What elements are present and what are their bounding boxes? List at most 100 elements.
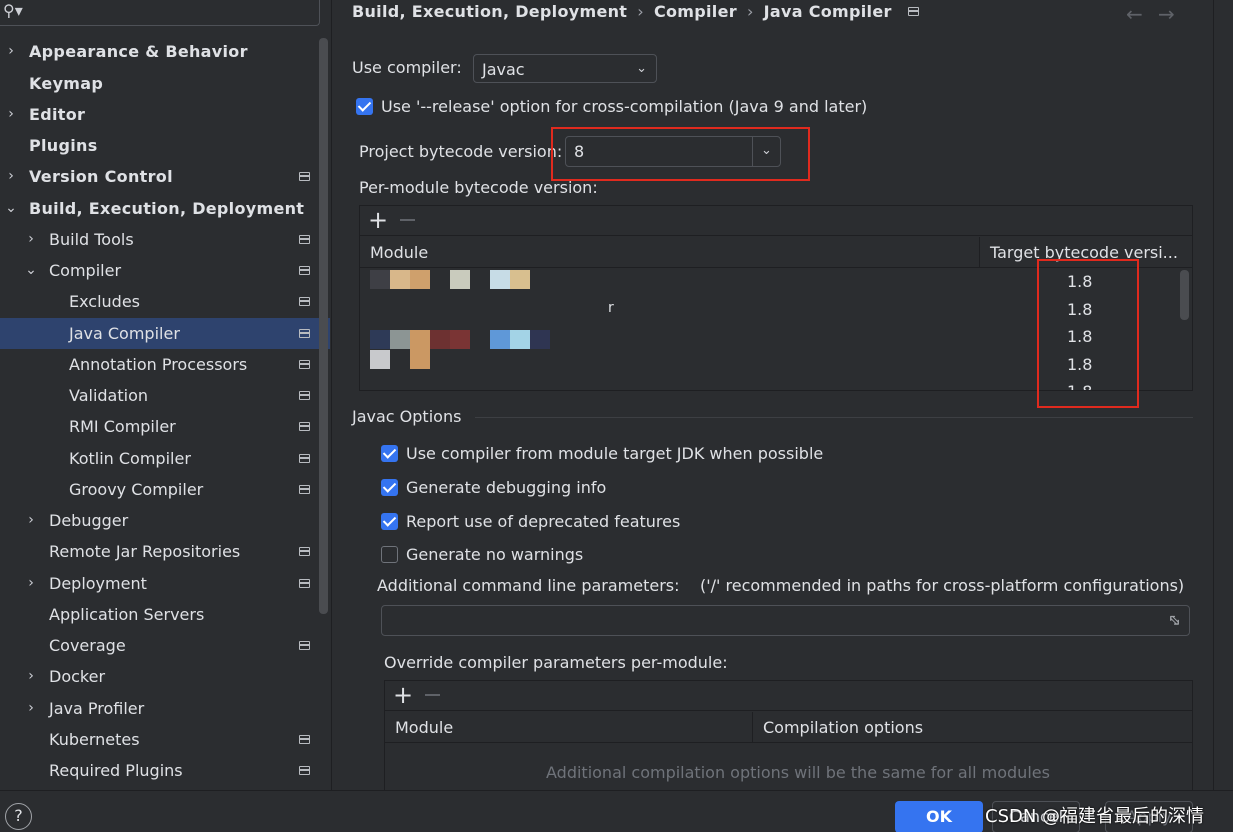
sidebar-item-required-plugins[interactable]: Required Plugins: [0, 755, 330, 786]
project-scope-icon: [907, 7, 919, 16]
per-module-bytecode-label: Per-module bytecode version:: [359, 178, 598, 197]
module-name-fragment: r: [608, 300, 614, 316]
chevron-right-icon[interactable]: ›: [25, 505, 37, 536]
chevron-right-icon[interactable]: ›: [25, 661, 37, 692]
project-scope-icon: [299, 454, 310, 463]
breadcrumb: Build, Execution, Deployment › Compiler › Ja…: [352, 0, 919, 24]
deprecated-features-checkbox[interactable]: [381, 513, 398, 530]
sidebar-item-compiler[interactable]: ⌄ Compiler: [0, 255, 330, 286]
no-warnings-label: Generate no warnings: [406, 545, 584, 564]
project-scope-icon: [299, 235, 310, 244]
table-scrollbar[interactable]: [1180, 270, 1189, 320]
breadcrumb-item[interactable]: Compiler: [654, 2, 737, 21]
chevron-right-icon[interactable]: ›: [5, 36, 17, 67]
project-scope-icon: [299, 360, 310, 369]
sidebar-item-version-control[interactable]: › Version Control: [0, 161, 330, 192]
sidebar-item-validation[interactable]: Validation: [0, 380, 330, 411]
sidebar-item-application-servers[interactable]: Application Servers: [0, 599, 330, 630]
sidebar-item-label: Keymap: [29, 74, 104, 93]
ok-button[interactable]: OK: [895, 801, 983, 832]
sidebar-item-label: Application Servers: [49, 605, 205, 624]
module-name-redacted: [490, 270, 510, 289]
chevron-down-icon[interactable]: ⌄: [5, 193, 17, 224]
sidebar-item-label: Appearance & Behavior: [29, 42, 248, 61]
sidebar-item-excludes[interactable]: Excludes: [0, 286, 330, 317]
module-name-redacted: [370, 270, 390, 289]
sidebar-item-remote-jar-repositories[interactable]: Remote Jar Repositories: [0, 536, 330, 567]
use-target-jdk-checkbox[interactable]: [381, 445, 398, 462]
module-name-redacted: [530, 330, 550, 349]
remove-icon: [425, 694, 440, 696]
debugging-info-label: Generate debugging info: [406, 478, 607, 497]
expand-icon[interactable]: ⇕: [1163, 609, 1186, 632]
sidebar-item-groovy-compiler[interactable]: Groovy Compiler: [0, 474, 330, 505]
column-header-module[interactable]: Module: [360, 237, 979, 268]
module-name-redacted: [390, 270, 410, 289]
sidebar-item-kubernetes[interactable]: Kubernetes: [0, 724, 330, 755]
module-name-redacted: [510, 270, 530, 289]
module-name-redacted: [410, 330, 430, 369]
chevron-right-icon[interactable]: ›: [25, 693, 37, 724]
sidebar-item-keymap[interactable]: Keymap: [0, 68, 330, 99]
sidebar-item-rmi-compiler[interactable]: RMI Compiler: [0, 411, 330, 442]
back-arrow-icon[interactable]: ←: [1126, 2, 1143, 26]
chevron-right-icon[interactable]: ›: [5, 99, 17, 130]
sidebar-item-label: Version Control: [29, 167, 173, 186]
add-icon[interactable]: +: [393, 681, 413, 709]
settings-search-input[interactable]: ⚲▾: [0, 0, 320, 26]
chevron-right-icon[interactable]: ›: [5, 161, 17, 192]
module-name-redacted: [450, 330, 470, 349]
sidebar-item-label: Coverage: [49, 636, 126, 655]
sidebar-item-label: Validation: [69, 386, 149, 405]
sidebar-item-java-profiler[interactable]: › Java Profiler: [0, 693, 330, 724]
module-name-redacted: [430, 330, 450, 349]
sidebar-item-debugger[interactable]: › Debugger: [0, 505, 330, 536]
help-button[interactable]: ?: [5, 803, 32, 830]
breadcrumb-item[interactable]: Build, Execution, Deployment: [352, 2, 627, 21]
chevron-right-icon[interactable]: ›: [25, 568, 37, 599]
column-header-compilation-options[interactable]: Compilation options: [753, 712, 1192, 743]
sidebar-item-build-tools[interactable]: › Build Tools: [0, 224, 330, 255]
project-scope-icon: [299, 766, 310, 775]
empty-table-text: Additional compilation options will be t…: [546, 763, 1050, 782]
highlight-box: [1037, 259, 1139, 408]
project-scope-icon: [299, 485, 310, 494]
sidebar-item-kotlin-compiler[interactable]: Kotlin Compiler: [0, 443, 330, 474]
table-toolbar: +: [385, 681, 1192, 711]
debugging-info-checkbox[interactable]: [381, 479, 398, 496]
sidebar-item-annotation-processors[interactable]: Annotation Processors: [0, 349, 330, 380]
breadcrumb-separator: ›: [637, 2, 644, 21]
additional-params-input[interactable]: ⇕: [381, 605, 1190, 636]
sidebar-item-appearance[interactable]: › Appearance & Behavior: [0, 36, 330, 67]
remove-icon: [400, 219, 415, 221]
module-name-redacted: [370, 350, 390, 369]
sidebar-scrollbar[interactable]: [319, 38, 328, 614]
sidebar-item-label: Remote Jar Repositories: [49, 542, 241, 561]
no-warnings-checkbox[interactable]: [381, 546, 398, 563]
sidebar-item-label: Groovy Compiler: [69, 480, 204, 499]
use-compiler-select[interactable]: Javac ⌄: [473, 54, 657, 83]
chevron-right-icon[interactable]: ›: [25, 224, 37, 255]
add-icon[interactable]: +: [368, 206, 388, 234]
javac-options-title: Javac Options: [352, 407, 462, 426]
column-header-module[interactable]: Module: [385, 712, 752, 743]
sidebar-item-plugins[interactable]: Plugins: [0, 130, 330, 161]
breadcrumb-separator: ›: [746, 2, 754, 21]
module-name-redacted: [450, 270, 470, 289]
sidebar-item-docker[interactable]: › Docker: [0, 661, 330, 692]
sidebar-item-label: Annotation Processors: [69, 355, 248, 374]
project-scope-icon: [299, 422, 310, 431]
chevron-down-icon: ⌄: [636, 61, 647, 76]
sidebar-item-label: Required Plugins: [49, 761, 183, 780]
release-option-label: Use '--release' option for cross-compila…: [381, 97, 868, 116]
settings-content: Build, Execution, Deployment › Compiler › Ja…: [333, 0, 1214, 790]
sidebar-item-build-execution-deployment[interactable]: ⌄ Build, Execution, Deployment: [0, 193, 330, 224]
search-icon: ⚲▾: [3, 1, 23, 20]
forward-arrow-icon[interactable]: →: [1158, 2, 1175, 26]
sidebar-item-coverage[interactable]: Coverage: [0, 630, 330, 661]
sidebar-item-editor[interactable]: › Editor: [0, 99, 330, 130]
sidebar-item-deployment[interactable]: › Deployment: [0, 568, 330, 599]
chevron-down-icon[interactable]: ⌄: [25, 255, 37, 286]
release-option-checkbox[interactable]: [356, 98, 373, 115]
sidebar-item-java-compiler[interactable]: Java Compiler: [0, 318, 330, 349]
